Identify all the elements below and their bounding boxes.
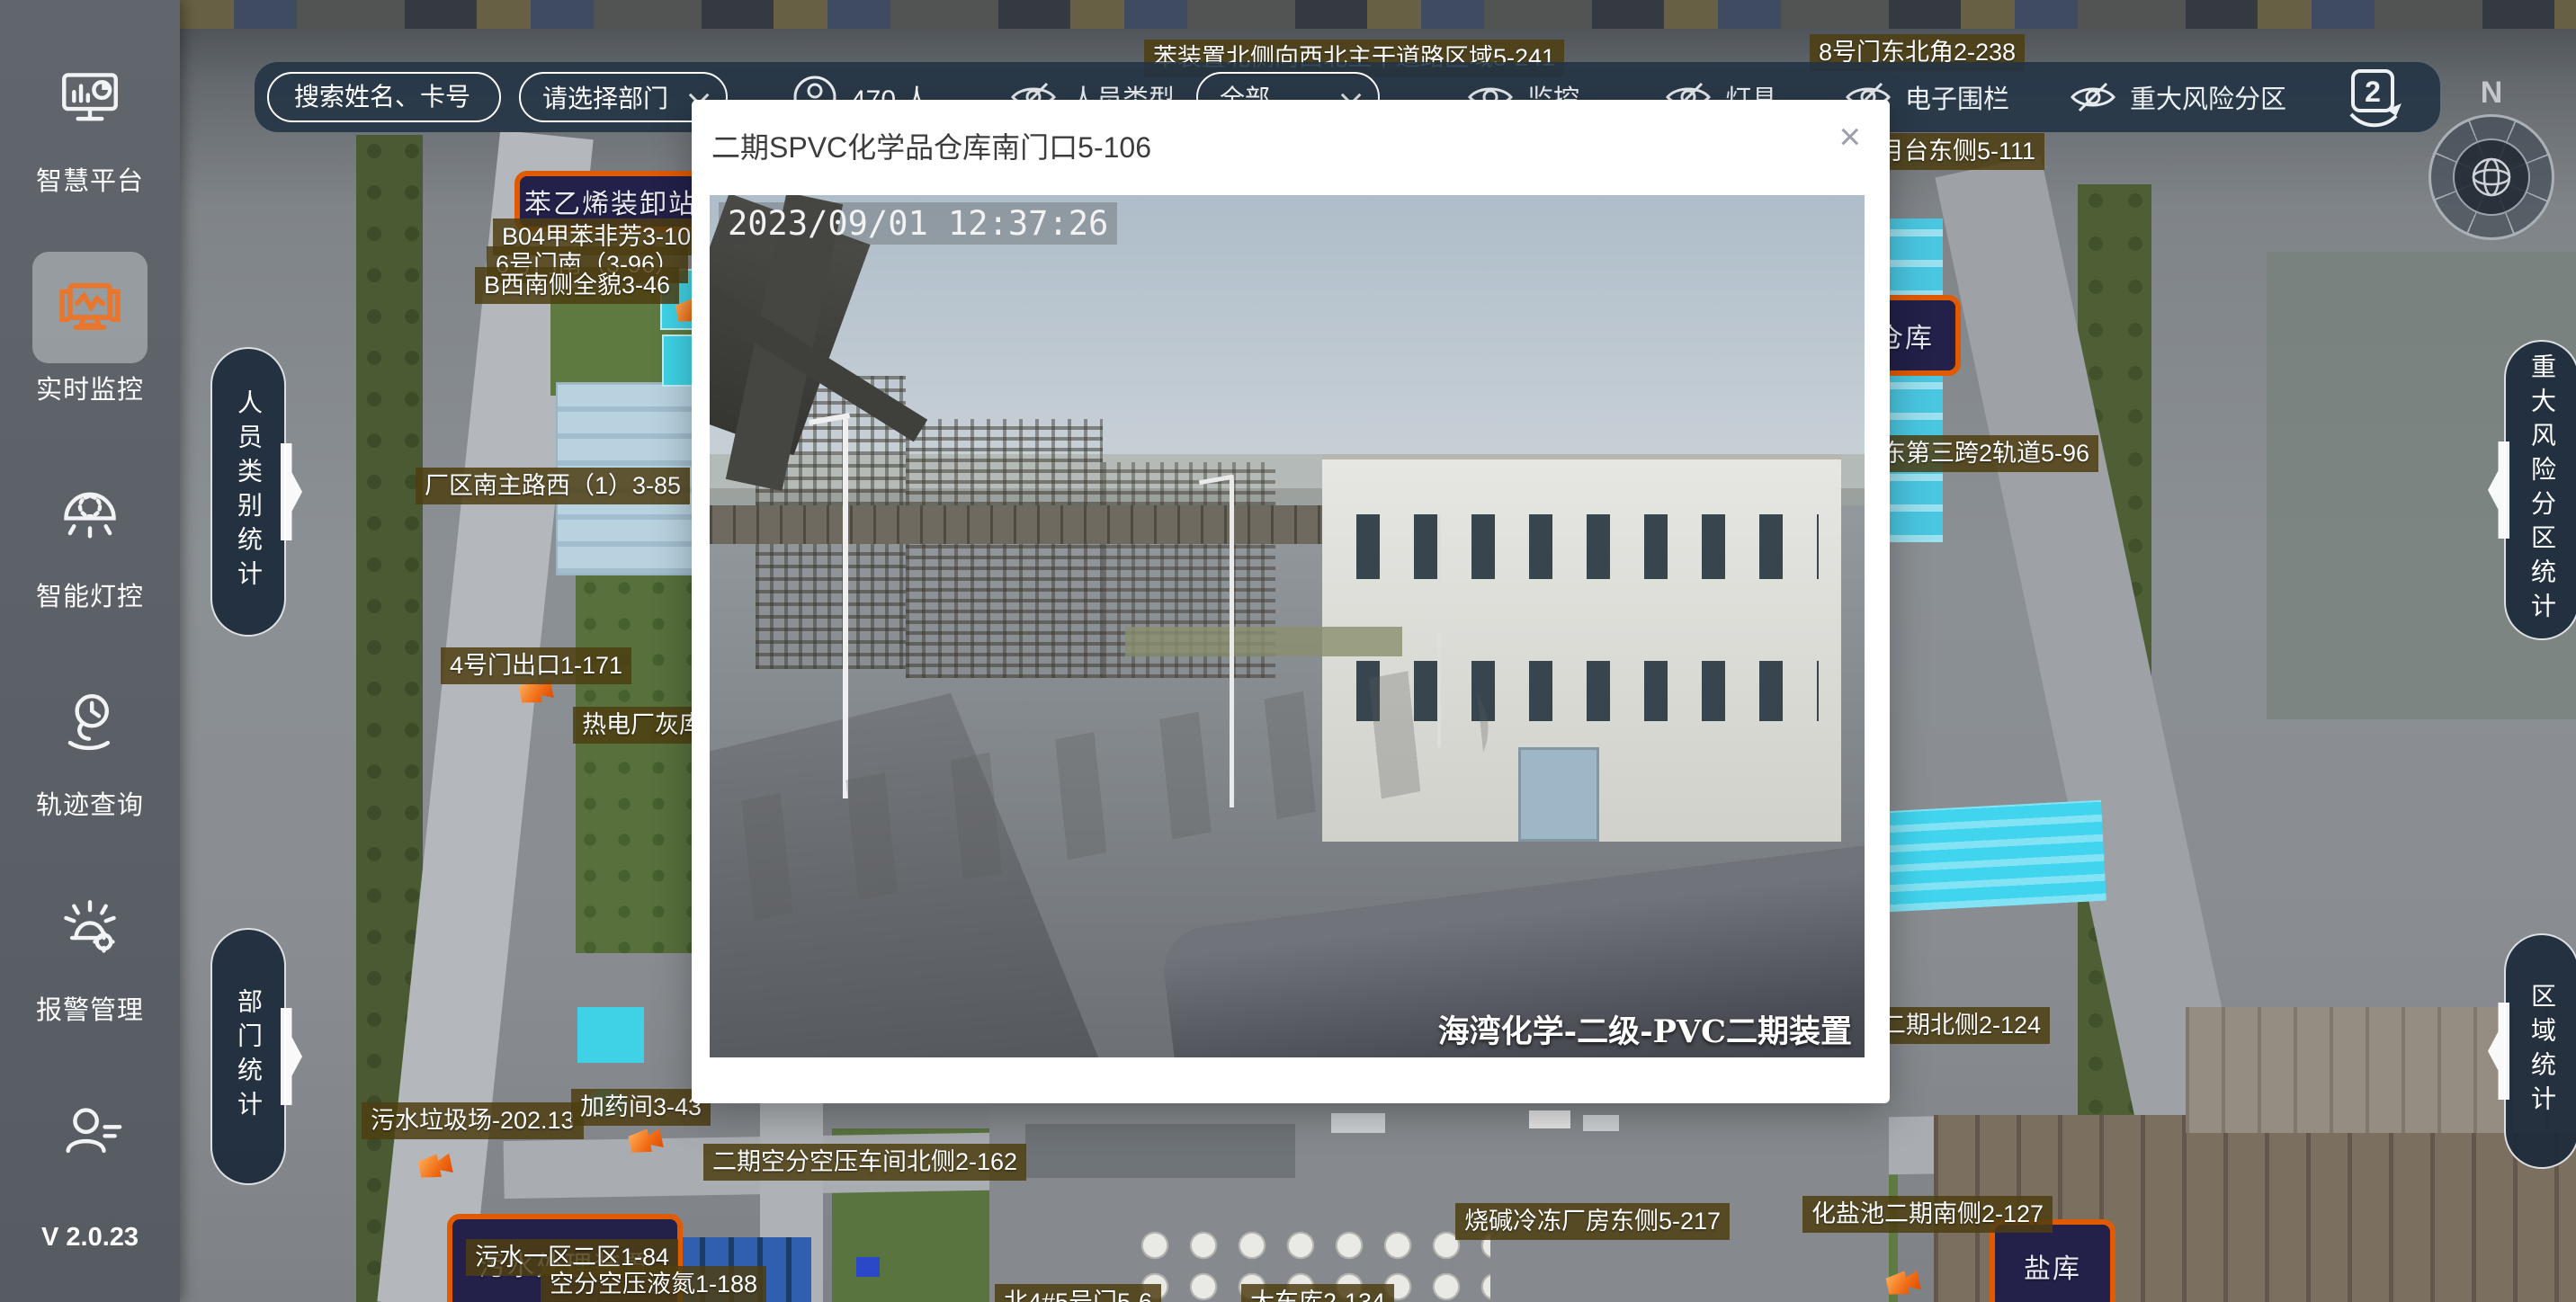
map-camera-label[interactable]: 化盐池二期南侧2-127 [1802,1196,2053,1233]
sidebar-item-trajectory-query[interactable]: 轨迹查询 [0,667,180,822]
map-camera-label[interactable]: 二期空分空压车间北侧2-162 [703,1144,1026,1181]
sidebar-item-alarm-management[interactable]: 报警管理 [0,872,180,1027]
sidebar-item-smart-lighting[interactable]: 智能灯控 [0,459,180,613]
compass-globe-icon [2453,138,2530,216]
search-input-pill[interactable] [267,72,501,122]
app-version: V 2.0.23 [0,1223,180,1253]
compass-north-label: N [2428,76,2554,111]
camera-modal: 二期SPVC化学品仓库南门口5-106 × 20 [692,100,1890,1103]
sidebar-item-label: 智能灯控 [0,575,180,613]
map-camera-label[interactable]: 4号门出口1-171 [441,647,631,684]
camera-marker-icon[interactable] [628,1127,665,1156]
smart-light-icon [32,459,148,570]
close-icon[interactable]: × [1838,118,1861,156]
realtime-monitor-icon [32,252,148,363]
camera-marker-icon[interactable] [417,1152,454,1182]
map-camera-label[interactable]: 东第三跨2轨道5-96 [1873,435,2098,472]
view-2d-toggle-button[interactable]: 2 [2337,60,2409,134]
tab-department-stats[interactable]: 部门统计 [210,928,286,1185]
map-camera-label[interactable]: 烧碱冷冻厂房东侧5-217 [1455,1203,1730,1240]
camera-timestamp: 2023/09/01 12:37:26 [719,202,1117,245]
toggle-label: 电子围栏 [1905,78,2009,116]
dashboard-monitor-icon [32,43,148,155]
map-camera-label[interactable]: 污水垃圾场-202.13 [362,1102,584,1139]
tab-label: 区域统计 [2524,983,2560,1119]
toggle-label: 重大风险分区 [2130,78,2286,116]
cam-median [1125,627,1402,657]
cam-lamp-pole [843,419,848,798]
cam-building-windows [1356,514,1819,579]
tab-label: 人员类别统计 [230,389,266,594]
alarm-icon [32,872,148,984]
map-camera-label[interactable]: B西南侧全貌3-46 [475,267,679,304]
sidebar-item-label: 轨迹查询 [0,784,180,822]
map-camera-label[interactable]: 厂区南主路西（1）3-85 [416,468,690,504]
sidebar-item-smart-platform[interactable]: 智慧平台 [0,43,180,198]
toggle-risk-zones[interactable]: 重大风险分区 [2069,62,2286,132]
map-camera-label[interactable]: 北4#5号门5-6 [995,1284,1161,1302]
view-2d-label: 2 [2365,76,2381,108]
sidebar-item-label: 实时监控 [0,369,180,406]
tab-label: 重大风险分区统计 [2524,353,2560,627]
camera-feed-image: 2023/09/01 12:37:26 海湾化学-二级-PVC二期装置 [710,195,1865,1057]
map-camera-label[interactable]: 月台东侧5-111 [1871,133,2044,170]
cam-pipe-rack [710,505,1333,544]
map-camera-label[interactable]: 加药间3-43 [571,1089,711,1126]
cam-tower [906,419,1102,678]
sidebar-item-label: 报警管理 [0,989,180,1027]
trajectory-icon [32,667,148,779]
tab-person-category-stats[interactable]: 人员类别统计 [210,347,286,637]
sidebar-item-personnel[interactable] [0,1077,180,1189]
app-root: 苯乙烯装卸站污水处理装置盐库仓库苯装置北侧向西北主干道路区域5-2418号门东北… [0,0,2576,1302]
cam-building-door [1518,747,1599,842]
sidebar-item-label: 智慧平台 [0,160,180,198]
tab-label: 部门统计 [230,988,266,1125]
eye-slash-icon [2069,81,2117,113]
camera-watermark: 海湾化学-二级-PVC二期装置 [1438,1006,1852,1052]
map-camera-label[interactable]: 空分空压液氮1-188 [541,1266,766,1302]
sidebar: 智慧平台 实时监控 智能灯控 [0,0,180,1302]
tab-major-risk-zone-stats[interactable]: 重大风险分区统计 [2504,340,2576,640]
map-camera-label[interactable]: 大车库2-134 [1241,1284,1394,1302]
map-camera-label[interactable]: 二期北侧2-124 [1873,1007,2050,1044]
compass[interactable] [2428,114,2554,240]
search-input[interactable] [269,83,499,111]
sidebar-item-realtime-monitor[interactable]: 实时监控 [0,252,180,406]
camera-marker-icon[interactable] [1885,1269,1922,1298]
tab-area-stats[interactable]: 区域统计 [2504,933,2576,1169]
person-list-icon [32,1077,148,1189]
camera-modal-title: 二期SPVC化学品仓库南门口5-106 [711,125,1151,166]
department-select-value: 请选择部门 [542,79,668,115]
